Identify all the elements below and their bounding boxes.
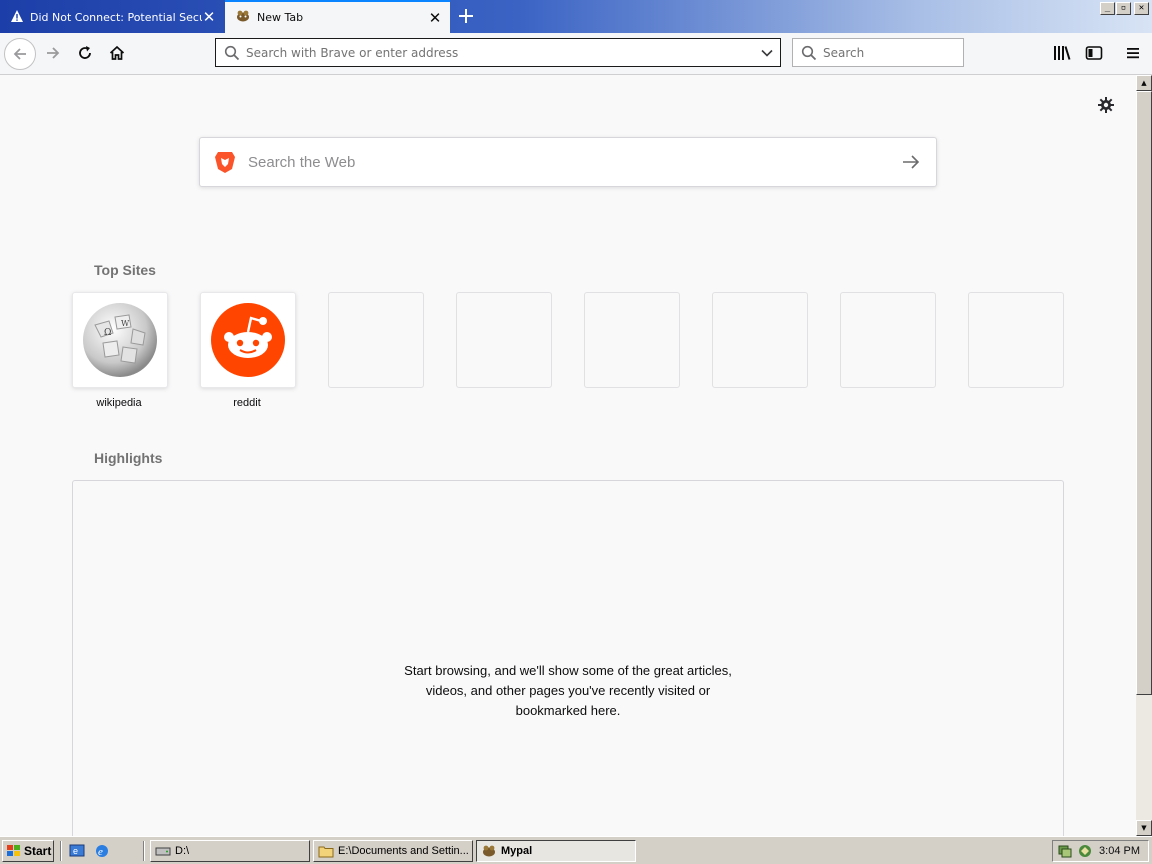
arrow-left-icon bbox=[13, 48, 26, 60]
warning-icon bbox=[10, 9, 24, 26]
reload-icon bbox=[79, 46, 91, 59]
start-label: Start bbox=[24, 844, 52, 858]
svg-text:e: e bbox=[98, 846, 103, 858]
navigation-toolbar bbox=[0, 33, 1152, 75]
sidebar-icon bbox=[1085, 46, 1103, 60]
search-icon bbox=[224, 45, 240, 61]
gear-icon[interactable] bbox=[1096, 95, 1116, 115]
arrow-right-icon[interactable] bbox=[902, 154, 920, 170]
reload-button[interactable] bbox=[69, 37, 101, 69]
web-search-input[interactable] bbox=[246, 152, 902, 172]
svg-text:e: e bbox=[73, 846, 78, 856]
clock: 3:04 PM bbox=[1099, 845, 1140, 857]
search-icon bbox=[801, 45, 817, 61]
close-tab-icon[interactable]: ✕ bbox=[202, 8, 216, 26]
taskbar-separator bbox=[143, 841, 145, 861]
top-site-tile-empty[interactable] bbox=[840, 292, 936, 388]
search-bar[interactable] bbox=[792, 38, 973, 67]
empty-message-line: Start browsing, and we'll show some of t… bbox=[404, 663, 732, 678]
start-button[interactable]: Start bbox=[2, 840, 54, 862]
top-site-label: wikipedia bbox=[96, 397, 142, 409]
reddit-icon bbox=[211, 303, 285, 377]
highlights-panel: Start browsing, and we'll show some of t… bbox=[72, 480, 1064, 840]
home-button[interactable] bbox=[101, 37, 133, 69]
highlights-heading: Highlights bbox=[94, 450, 163, 466]
top-site-tile-empty[interactable] bbox=[328, 292, 424, 388]
taskbar-item-drive-d[interactable]: D:\ bbox=[150, 840, 310, 862]
sidebar-button[interactable] bbox=[1082, 41, 1106, 65]
new-tab-page: Top Sites Ω W wikipedia reddit bbox=[0, 75, 1136, 840]
svg-text:W: W bbox=[121, 319, 130, 328]
svg-text:Ω: Ω bbox=[104, 328, 111, 338]
library-button[interactable] bbox=[1050, 41, 1074, 65]
home-icon bbox=[109, 45, 125, 60]
tab-strip: Did Not Connect: Potential Securit ✕ New… bbox=[0, 0, 1152, 33]
top-site-label: reddit bbox=[233, 397, 261, 409]
plus-icon bbox=[459, 9, 473, 23]
wikipedia-globe-icon: Ω W bbox=[83, 303, 157, 377]
library-icon bbox=[1054, 46, 1071, 60]
search-input[interactable] bbox=[823, 45, 973, 60]
taskbar-item-documents[interactable]: E:\Documents and Settin... bbox=[313, 840, 473, 862]
tab-title: Did Not Connect: Potential Securit bbox=[30, 10, 202, 24]
web-search-box[interactable] bbox=[199, 137, 937, 187]
highlights-empty-message: Start browsing, and we'll show some of t… bbox=[73, 661, 1063, 721]
top-site-tile-empty[interactable] bbox=[456, 292, 552, 388]
top-site-tile-empty[interactable] bbox=[712, 292, 808, 388]
new-tab-button[interactable] bbox=[453, 4, 479, 28]
windows-logo-icon bbox=[7, 845, 21, 857]
folder-icon bbox=[318, 844, 334, 858]
taskbar-separator bbox=[60, 841, 62, 861]
scroll-down-button[interactable]: ▼ bbox=[1136, 820, 1152, 836]
url-input[interactable] bbox=[246, 45, 760, 60]
windows-taskbar: Start e e D:\ E:\Documents and Settin...… bbox=[0, 836, 1152, 864]
quicklaunch-ie-icon[interactable]: e bbox=[94, 843, 110, 863]
empty-message-line: videos, and other pages you've recently … bbox=[425, 683, 711, 698]
taskbar-item-label: Mypal bbox=[501, 845, 533, 857]
top-site-tile-empty[interactable] bbox=[968, 292, 1064, 388]
back-button[interactable] bbox=[4, 38, 36, 70]
minimize-window-button[interactable]: _ bbox=[1100, 2, 1115, 15]
top-sites-heading: Top Sites bbox=[94, 262, 156, 278]
taskbar-item-label: D:\ bbox=[175, 845, 190, 857]
tab-did-not-connect[interactable]: Did Not Connect: Potential Securit ✕ bbox=[0, 1, 224, 33]
scrollbar-thumb[interactable] bbox=[1136, 91, 1152, 695]
menu-button[interactable] bbox=[1121, 41, 1145, 65]
brave-lion-icon bbox=[214, 150, 236, 174]
close-tab-icon[interactable]: ✕ bbox=[428, 9, 442, 27]
taskbar-item-mypal[interactable]: Mypal bbox=[476, 840, 636, 862]
restore-window-button[interactable]: ▫ bbox=[1116, 2, 1131, 15]
tray-network-icon[interactable] bbox=[1057, 843, 1073, 859]
close-window-button[interactable]: ✕ bbox=[1134, 2, 1149, 15]
address-bar[interactable] bbox=[215, 38, 781, 67]
tab-new-tab[interactable]: New Tab ✕ bbox=[225, 0, 450, 33]
quicklaunch-desktop-icon[interactable]: e bbox=[69, 843, 85, 863]
scroll-up-button[interactable]: ▲ bbox=[1136, 75, 1152, 91]
vertical-scrollbar[interactable]: ▲ ▼ bbox=[1136, 75, 1152, 836]
tab-title: New Tab bbox=[257, 11, 304, 24]
forward-button[interactable] bbox=[37, 37, 69, 69]
tray-app-icon[interactable] bbox=[1077, 843, 1093, 859]
top-site-tile-wikipedia[interactable]: Ω W bbox=[72, 292, 168, 388]
mypal-icon bbox=[235, 9, 251, 26]
top-site-tile-empty[interactable] bbox=[584, 292, 680, 388]
chevron-down-icon[interactable] bbox=[760, 46, 774, 60]
top-site-tile-reddit[interactable] bbox=[200, 292, 296, 388]
empty-message-line: bookmarked here. bbox=[515, 703, 621, 718]
hamburger-menu-icon bbox=[1127, 48, 1139, 59]
taskbar-item-label: E:\Documents and Settin... bbox=[338, 845, 468, 857]
drive-icon bbox=[155, 844, 171, 858]
mypal-icon bbox=[481, 844, 497, 858]
system-tray: 3:04 PM bbox=[1052, 840, 1149, 862]
arrow-right-icon bbox=[47, 47, 60, 59]
